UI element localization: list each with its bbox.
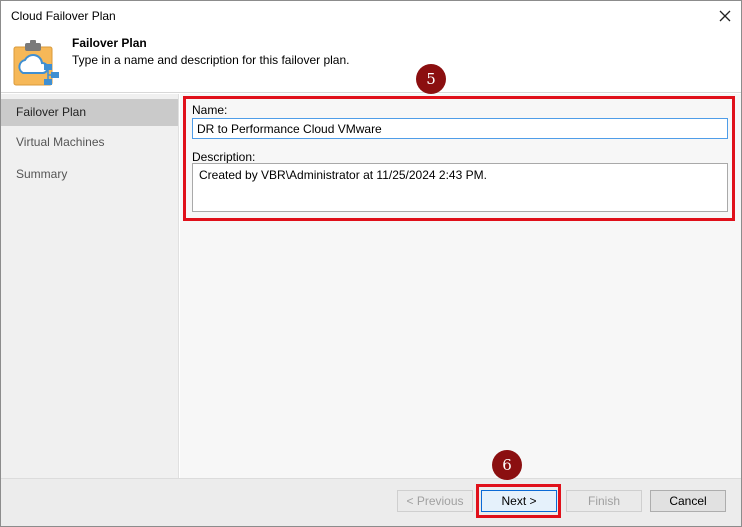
wizard-header: Failover Plan Type in a name and descrip… [1, 31, 741, 93]
step-badge-6: 6 [492, 450, 522, 480]
sidebar-item-virtual-machines[interactable]: Virtual Machines [1, 126, 178, 158]
dialog-window: Cloud Failover Plan Failover Plan Type i… [0, 0, 742, 527]
sidebar-item-failover-plan[interactable]: Failover Plan [1, 99, 178, 126]
header-title: Failover Plan [72, 36, 147, 50]
name-label: Name: [192, 103, 228, 117]
close-icon[interactable] [713, 4, 737, 28]
wizard-steps-sidebar: Failover Plan Virtual Machines Summary [1, 94, 179, 478]
header-subtitle: Type in a name and description for this … [72, 53, 350, 67]
window-title: Cloud Failover Plan [11, 9, 116, 23]
finish-button[interactable]: Finish [566, 490, 642, 512]
description-label: Description: [192, 150, 256, 164]
description-field[interactable]: Created by VBR\Administrator at 11/25/20… [192, 163, 728, 212]
cancel-button[interactable]: Cancel [650, 490, 726, 512]
next-button[interactable]: Next > [481, 490, 557, 512]
name-field[interactable]: DR to Performance Cloud VMware [192, 118, 728, 139]
title-bar: Cloud Failover Plan [1, 1, 741, 31]
previous-button[interactable]: < Previous [397, 490, 473, 512]
step-badge-5: 5 [416, 64, 446, 94]
sidebar-item-summary[interactable]: Summary [1, 158, 178, 190]
failover-plan-icon [11, 37, 63, 89]
